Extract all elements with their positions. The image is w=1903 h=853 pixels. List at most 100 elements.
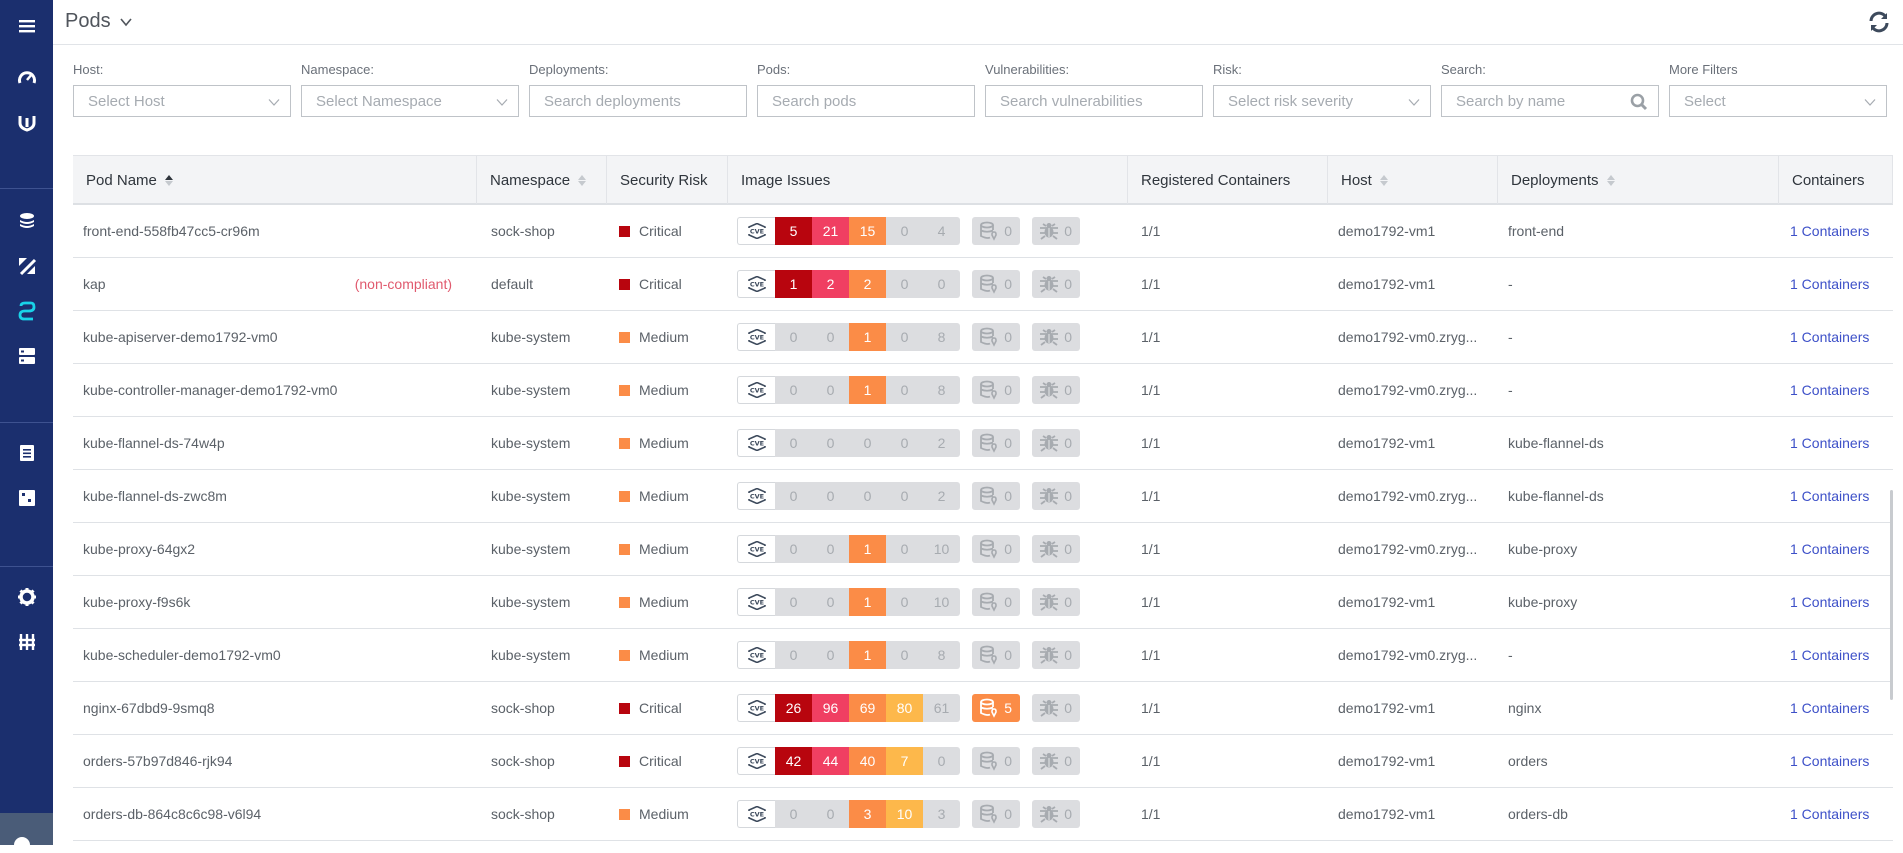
- cve-count-low[interactable]: 0: [886, 376, 923, 404]
- secrets-badge[interactable]: 0: [972, 217, 1020, 245]
- pod-name[interactable]: front-end-558fb47cc5-cr96m: [83, 223, 260, 239]
- cve-count-critical[interactable]: 42: [775, 747, 812, 775]
- containers-link[interactable]: 1 Containers: [1790, 700, 1869, 716]
- cve-count-critical[interactable]: 5: [775, 217, 812, 245]
- column-header-namespace[interactable]: Namespace: [477, 156, 607, 204]
- table-row[interactable]: nginx-67dbd9-9smq8 sock-shop Critical CVE 26…: [73, 682, 1893, 735]
- cve-count-unknown[interactable]: 2: [923, 482, 960, 510]
- cve-badge[interactable]: CVE: [737, 800, 775, 828]
- cve-count-low[interactable]: 7: [886, 747, 923, 775]
- cve-count-critical[interactable]: 0: [775, 376, 812, 404]
- cve-count-high[interactable]: 44: [812, 747, 849, 775]
- cve-badge[interactable]: CVE: [737, 270, 775, 298]
- integrations-icon[interactable]: [0, 296, 53, 326]
- cve-count-unknown[interactable]: 4: [923, 217, 960, 245]
- cve-count-unknown[interactable]: 8: [923, 323, 960, 351]
- notifications-icon[interactable]: [0, 483, 53, 513]
- cve-badge[interactable]: CVE: [737, 535, 775, 563]
- cve-count-high[interactable]: 96: [812, 694, 849, 722]
- malware-badge[interactable]: 0: [1032, 270, 1080, 298]
- vertical-scrollbar[interactable]: [1890, 490, 1893, 700]
- secrets-badge[interactable]: 0: [972, 482, 1020, 510]
- column-header-deployments[interactable]: Deployments: [1498, 156, 1779, 204]
- cve-count-high[interactable]: 0: [812, 641, 849, 669]
- cve-count-low[interactable]: 0: [886, 482, 923, 510]
- secrets-badge[interactable]: 0: [972, 800, 1020, 828]
- cve-count-medium[interactable]: 1: [849, 641, 886, 669]
- cve-count-unknown[interactable]: 0: [923, 747, 960, 775]
- cve-badge[interactable]: CVE: [737, 588, 775, 616]
- cve-count-unknown[interactable]: 3: [923, 800, 960, 828]
- cve-count-high[interactable]: 0: [812, 482, 849, 510]
- secrets-badge[interactable]: 0: [972, 429, 1020, 457]
- cve-count-high[interactable]: 0: [812, 800, 849, 828]
- table-row[interactable]: kube-controller-manager-demo1792-vm0 kube…: [73, 364, 1893, 417]
- table-row[interactable]: kube-proxy-f9s6k kube-system Medium CVE 0 0 1 0…: [73, 576, 1893, 629]
- host-select[interactable]: Select Host: [73, 85, 291, 117]
- cve-count-unknown[interactable]: 2: [923, 429, 960, 457]
- cve-badge[interactable]: CVE: [737, 217, 775, 245]
- containers-link[interactable]: 1 Containers: [1790, 329, 1869, 345]
- cve-count-high[interactable]: 0: [812, 588, 849, 616]
- cve-count-low[interactable]: 0: [886, 323, 923, 351]
- cve-count-medium[interactable]: 2: [849, 270, 886, 298]
- cve-count-critical[interactable]: 0: [775, 535, 812, 563]
- cve-count-low[interactable]: 0: [886, 535, 923, 563]
- cve-count-unknown[interactable]: 8: [923, 376, 960, 404]
- secrets-badge[interactable]: 0: [972, 588, 1020, 616]
- containers-link[interactable]: 1 Containers: [1790, 594, 1869, 610]
- malware-badge[interactable]: 0: [1032, 323, 1080, 351]
- cve-count-low[interactable]: 10: [886, 800, 923, 828]
- cve-count-unknown[interactable]: 10: [923, 588, 960, 616]
- risk-select[interactable]: Select risk severity: [1213, 85, 1431, 117]
- table-row[interactable]: kube-flannel-ds-zwc8m kube-system Medium CV…: [73, 470, 1893, 523]
- containers-link[interactable]: 1 Containers: [1790, 223, 1869, 239]
- user-profile-button[interactable]: [0, 813, 53, 853]
- malware-badge[interactable]: 0: [1032, 800, 1080, 828]
- vulnerabilities-input[interactable]: Search vulnerabilities: [985, 85, 1203, 117]
- malware-badge[interactable]: 0: [1032, 429, 1080, 457]
- pod-name[interactable]: kap: [83, 276, 106, 292]
- page-title-dropdown[interactable]: Pods: [65, 10, 133, 33]
- cve-count-low[interactable]: 0: [886, 217, 923, 245]
- sort-icon[interactable]: [164, 174, 173, 186]
- compliance-icon[interactable]: [0, 251, 53, 281]
- pods-input[interactable]: Search pods: [757, 85, 975, 117]
- cve-count-medium[interactable]: 3: [849, 800, 886, 828]
- cve-badge[interactable]: CVE: [737, 694, 775, 722]
- pod-name[interactable]: nginx-67dbd9-9smq8: [83, 700, 215, 716]
- secrets-badge[interactable]: 5: [972, 694, 1020, 722]
- search-input[interactable]: Search by name: [1441, 85, 1659, 117]
- pod-name[interactable]: kube-scheduler-demo1792-vm0: [83, 647, 281, 663]
- cve-count-low[interactable]: 0: [886, 588, 923, 616]
- pod-name[interactable]: kube-proxy-f9s6k: [83, 594, 190, 610]
- cve-count-high[interactable]: 0: [812, 323, 849, 351]
- secrets-badge[interactable]: 0: [972, 535, 1020, 563]
- refresh-icon[interactable]: [1867, 10, 1891, 34]
- cve-count-critical[interactable]: 1: [775, 270, 812, 298]
- malware-badge[interactable]: 0: [1032, 588, 1080, 616]
- cve-count-high[interactable]: 0: [812, 376, 849, 404]
- sort-icon[interactable]: [578, 174, 587, 186]
- containers-link[interactable]: 1 Containers: [1790, 488, 1869, 504]
- containers-link[interactable]: 1 Containers: [1790, 382, 1869, 398]
- cve-count-unknown[interactable]: 61: [923, 694, 960, 722]
- menu-icon[interactable]: [0, 11, 53, 41]
- cve-count-medium[interactable]: 69: [849, 694, 886, 722]
- containers-link[interactable]: 1 Containers: [1790, 806, 1869, 822]
- cve-count-unknown[interactable]: 0: [923, 270, 960, 298]
- cve-count-low[interactable]: 0: [886, 429, 923, 457]
- table-row[interactable]: kube-scheduler-demo1792-vm0 kube-system Me…: [73, 629, 1893, 682]
- cve-count-medium[interactable]: 1: [849, 323, 886, 351]
- cve-count-critical[interactable]: 0: [775, 429, 812, 457]
- cve-badge[interactable]: CVE: [737, 323, 775, 351]
- cve-count-medium[interactable]: 1: [849, 535, 886, 563]
- table-row[interactable]: kube-proxy-64gx2 kube-system Medium CVE 0 0 1 0…: [73, 523, 1893, 576]
- reports-icon[interactable]: [0, 438, 53, 468]
- cve-count-critical[interactable]: 0: [775, 323, 812, 351]
- table-row[interactable]: front-end-558fb47cc5-cr96m sock-shop Criti…: [73, 205, 1893, 258]
- cve-count-low[interactable]: 0: [886, 270, 923, 298]
- cve-badge[interactable]: CVE: [737, 376, 775, 404]
- table-row[interactable]: kube-apiserver-demo1792-vm0 kube-system Me…: [73, 311, 1893, 364]
- deployments-input[interactable]: Search deployments: [529, 85, 747, 117]
